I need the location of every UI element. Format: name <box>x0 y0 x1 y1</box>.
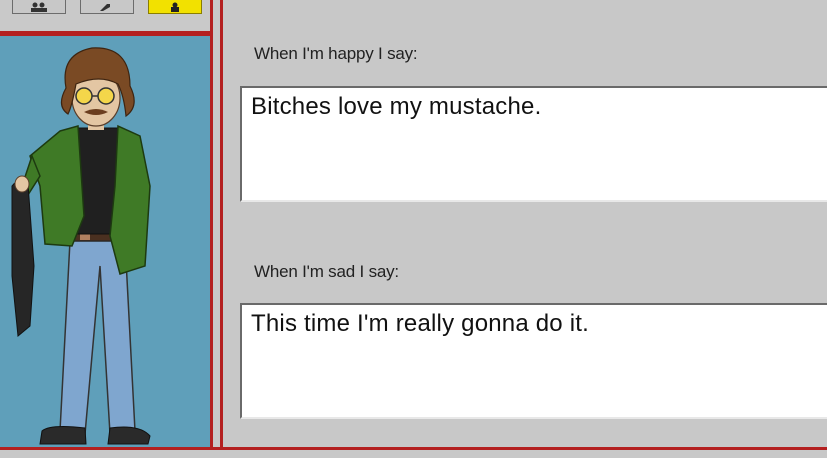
toolbar-button-figure[interactable] <box>148 0 202 14</box>
happy-quote-input[interactable]: Bitches love my mustache. <box>240 86 827 202</box>
character-portrait-panel <box>0 36 213 450</box>
sad-label: When I'm sad I say: <box>254 262 399 281</box>
toolbar-strip <box>0 0 213 36</box>
quotes-panel: When I'm happy I say: Bitches love my mu… <box>223 0 827 447</box>
toolbar-button-tools[interactable] <box>80 0 134 14</box>
panel-divider <box>213 0 223 450</box>
sad-quote-input[interactable]: This time I'm really gonna do it. <box>240 303 827 419</box>
people-icon <box>31 2 47 12</box>
bottom-border <box>0 447 827 458</box>
character-portrait <box>11 47 151 445</box>
figure-icon <box>171 2 179 12</box>
tools-icon <box>100 3 110 11</box>
happy-label: When I'm happy I say: <box>254 44 418 63</box>
toolbar-button-people[interactable] <box>12 0 66 14</box>
